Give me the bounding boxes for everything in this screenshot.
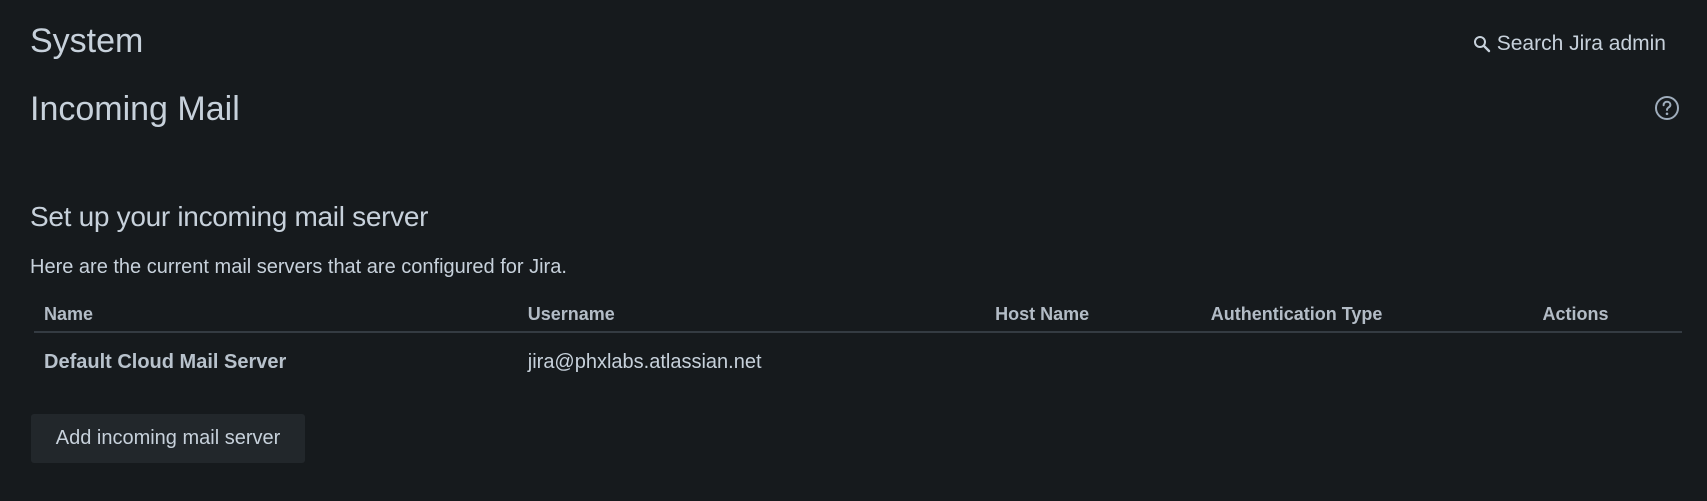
search-jira-admin-label: Search Jira admin xyxy=(1496,32,1666,55)
mail-servers-table: Name Username Host Name Authentication T… xyxy=(34,297,1682,392)
mail-server-actions xyxy=(1532,332,1682,392)
page-title: Incoming Mail xyxy=(30,90,240,128)
question-circle-icon[interactable] xyxy=(1654,95,1680,121)
mail-server-name: Default Cloud Mail Server xyxy=(44,351,287,373)
column-header-username: Username xyxy=(517,297,986,333)
add-incoming-mail-server-button[interactable]: Add incoming mail server xyxy=(31,414,305,463)
search-icon xyxy=(1473,35,1491,53)
column-header-host-name: Host Name xyxy=(985,297,1201,333)
mail-server-username: jira@phxlabs.atlassian.net xyxy=(527,351,762,373)
table-row: Default Cloud Mail Server jira@phxlabs.a… xyxy=(34,332,1682,392)
column-header-actions: Actions xyxy=(1532,297,1682,333)
section-heading: Set up your incoming mail server xyxy=(30,201,429,232)
admin-page: System Search Jira admin Incoming Mail S… xyxy=(0,0,1707,501)
column-header-name: Name xyxy=(34,297,518,333)
search-jira-admin-link[interactable]: Search Jira admin xyxy=(1473,30,1666,58)
section-description: Here are the current mail servers that a… xyxy=(30,256,567,278)
table-header-row: Name Username Host Name Authentication T… xyxy=(34,297,1682,333)
mail-server-host-name xyxy=(985,332,1201,392)
system-section-title: System xyxy=(30,22,144,60)
mail-server-authentication-type xyxy=(1201,332,1533,392)
column-header-authentication-type: Authentication Type xyxy=(1200,297,1533,333)
